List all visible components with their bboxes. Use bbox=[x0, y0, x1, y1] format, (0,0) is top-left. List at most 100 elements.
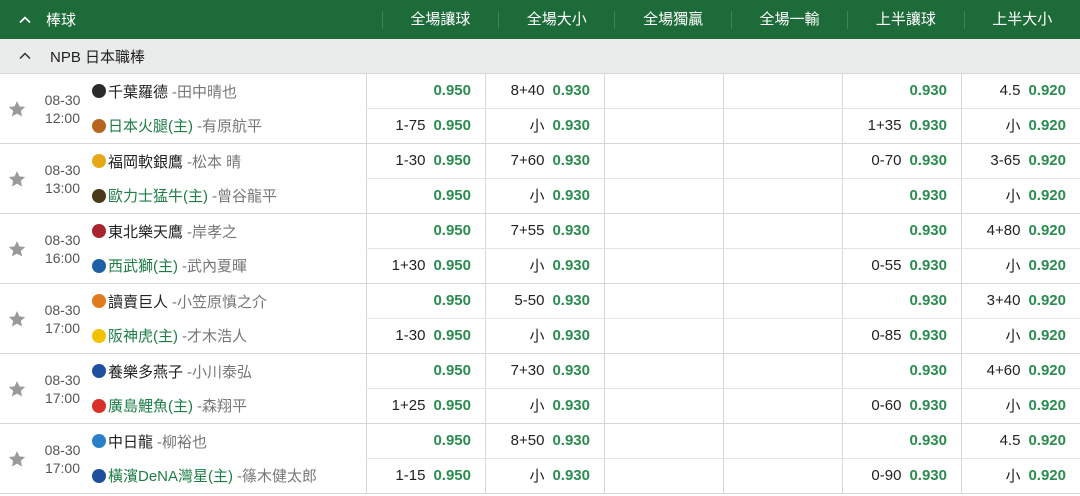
odds-cell[interactable]: 小 0.930 bbox=[485, 388, 604, 423]
home-team[interactable]: 廣島鯉魚(主) -森翔平 bbox=[92, 389, 366, 424]
favorite-button[interactable] bbox=[0, 284, 33, 353]
odds-cell[interactable]: 4.5 0.920 bbox=[961, 74, 1080, 108]
odds-cell[interactable]: 5-50 0.930 bbox=[485, 284, 604, 318]
favorite-button[interactable] bbox=[0, 354, 33, 423]
odds-cell[interactable] bbox=[604, 388, 723, 423]
odds-cell[interactable]: 1-75 0.950 bbox=[366, 108, 485, 143]
away-team[interactable]: 東北樂天鷹 -岸孝之 bbox=[92, 214, 366, 249]
odds-cell[interactable] bbox=[723, 458, 842, 493]
odds-cell[interactable] bbox=[604, 318, 723, 353]
odds-cell[interactable] bbox=[604, 354, 723, 388]
odds-cell[interactable]: 7+55 0.930 bbox=[485, 214, 604, 248]
odds-cell[interactable]: 8+40 0.930 bbox=[485, 74, 604, 108]
odds-cell[interactable] bbox=[604, 214, 723, 248]
odds-value: 0.950 bbox=[433, 432, 471, 450]
home-team[interactable]: 日本火腿(主) -有原航平 bbox=[92, 109, 366, 144]
odds-cell[interactable]: 0.930 bbox=[842, 74, 961, 108]
odds-cell[interactable] bbox=[604, 74, 723, 108]
league-header[interactable]: NPB 日本職棒 bbox=[0, 39, 1080, 74]
home-team[interactable]: 阪神虎(主) -才木浩人 bbox=[92, 319, 366, 354]
odds-cell[interactable]: 4+80 0.920 bbox=[961, 214, 1080, 248]
favorite-button[interactable] bbox=[0, 74, 33, 143]
odds-cell[interactable] bbox=[723, 214, 842, 248]
odds-cell[interactable]: 小 0.930 bbox=[485, 458, 604, 493]
team-logo-icon bbox=[92, 294, 106, 309]
odds-cell[interactable]: 小 0.920 bbox=[961, 318, 1080, 353]
odds-cell[interactable]: 小 0.930 bbox=[485, 318, 604, 353]
odds-cell[interactable]: 0.950 bbox=[366, 74, 485, 108]
odds-cell[interactable]: 3-65 0.920 bbox=[961, 144, 1080, 178]
odds-cell[interactable]: 小 0.930 bbox=[485, 108, 604, 143]
odds-cell[interactable]: 0.930 bbox=[842, 424, 961, 458]
odds-cell[interactable]: 0.950 bbox=[366, 354, 485, 388]
odds-cell[interactable]: 0-60 0.930 bbox=[842, 388, 961, 423]
odds-area: 0.950 8+50 0.930 0.930 4.5 0.920 1-15 0.… bbox=[366, 424, 1080, 493]
favorite-button[interactable] bbox=[0, 214, 33, 283]
odds-cell[interactable] bbox=[604, 178, 723, 213]
pitcher-name: -小川泰弘 bbox=[187, 363, 253, 381]
odds-cell[interactable] bbox=[723, 318, 842, 353]
odds-cell[interactable] bbox=[604, 458, 723, 493]
odds-cell[interactable]: 1+35 0.930 bbox=[842, 108, 961, 143]
favorite-button[interactable] bbox=[0, 144, 33, 213]
odds-row-home: 0.950 小 0.930 0.930 小 0.920 bbox=[366, 178, 1080, 213]
odds-cell[interactable]: 7+30 0.930 bbox=[485, 354, 604, 388]
odds-cell[interactable]: 0.950 bbox=[366, 178, 485, 213]
odds-cell[interactable] bbox=[723, 248, 842, 283]
odds-cell[interactable]: 小 0.920 bbox=[961, 388, 1080, 423]
odds-cell[interactable]: 0.930 bbox=[842, 284, 961, 318]
odds-cell[interactable]: 1-30 0.950 bbox=[366, 144, 485, 178]
away-team[interactable]: 福岡軟銀鷹 -松本 晴 bbox=[92, 144, 366, 179]
teams: 東北樂天鷹 -岸孝之 西武獅(主) -武內夏暉 bbox=[92, 214, 366, 283]
odds-cell[interactable]: 0.950 bbox=[366, 214, 485, 248]
odds-cell[interactable] bbox=[604, 108, 723, 143]
home-team[interactable]: 橫濱DeNA灣星(主) -篠木健太郎 bbox=[92, 459, 366, 494]
odds-cell[interactable] bbox=[723, 424, 842, 458]
home-team[interactable]: 西武獅(主) -武內夏暉 bbox=[92, 249, 366, 284]
favorite-button[interactable] bbox=[0, 424, 33, 493]
sport-toggle[interactable]: 棒球 bbox=[0, 9, 382, 30]
odds-cell[interactable] bbox=[723, 178, 842, 213]
odds-cell[interactable] bbox=[723, 354, 842, 388]
odds-cell[interactable]: 0.950 bbox=[366, 424, 485, 458]
odds-cell[interactable] bbox=[604, 284, 723, 318]
odds-cell[interactable]: 1-15 0.950 bbox=[366, 458, 485, 493]
odds-cell[interactable]: 0-90 0.930 bbox=[842, 458, 961, 493]
odds-cell[interactable]: 8+50 0.930 bbox=[485, 424, 604, 458]
away-team[interactable]: 養樂多燕子 -小川泰弘 bbox=[92, 354, 366, 389]
odds-cell[interactable] bbox=[723, 388, 842, 423]
away-team[interactable]: 讀賣巨人 -小笠原慎之介 bbox=[92, 284, 366, 319]
odds-cell[interactable] bbox=[604, 424, 723, 458]
odds-cell[interactable]: 4+60 0.920 bbox=[961, 354, 1080, 388]
odds-cell[interactable]: 0-85 0.930 bbox=[842, 318, 961, 353]
odds-cell[interactable]: 4.5 0.920 bbox=[961, 424, 1080, 458]
odds-cell[interactable]: 3+40 0.920 bbox=[961, 284, 1080, 318]
odds-cell[interactable]: 1+25 0.950 bbox=[366, 388, 485, 423]
odds-cell[interactable]: 0.930 bbox=[842, 178, 961, 213]
odds-cell[interactable] bbox=[723, 284, 842, 318]
odds-cell[interactable]: 小 0.930 bbox=[485, 248, 604, 283]
odds-cell[interactable]: 7+60 0.930 bbox=[485, 144, 604, 178]
away-team[interactable]: 千葉羅德 -田中晴也 bbox=[92, 74, 366, 109]
odds-cell[interactable]: 1-30 0.950 bbox=[366, 318, 485, 353]
odds-cell[interactable]: 小 0.930 bbox=[485, 178, 604, 213]
odds-cell[interactable]: 小 0.920 bbox=[961, 178, 1080, 213]
odds-cell[interactable] bbox=[604, 248, 723, 283]
odds-cell[interactable]: 0-70 0.930 bbox=[842, 144, 961, 178]
odds-cell[interactable]: 小 0.920 bbox=[961, 108, 1080, 143]
odds-cell[interactable] bbox=[723, 108, 842, 143]
odds-cell[interactable]: 1+30 0.950 bbox=[366, 248, 485, 283]
odds-cell[interactable] bbox=[604, 144, 723, 178]
odds-cell[interactable] bbox=[723, 144, 842, 178]
odds-cell[interactable]: 小 0.920 bbox=[961, 248, 1080, 283]
odds-cell[interactable]: 小 0.920 bbox=[961, 458, 1080, 493]
odds-line: 0-55 bbox=[871, 257, 902, 275]
away-team[interactable]: 中日龍 -柳裕也 bbox=[92, 424, 366, 459]
odds-cell[interactable]: 0.930 bbox=[842, 354, 961, 388]
odds-cell[interactable] bbox=[723, 74, 842, 108]
pitcher-name: -柳裕也 bbox=[157, 433, 208, 451]
home-team[interactable]: 歐力士猛牛(主) -曾谷龍平 bbox=[92, 179, 366, 214]
odds-cell[interactable]: 0-55 0.930 bbox=[842, 248, 961, 283]
odds-cell[interactable]: 0.950 bbox=[366, 284, 485, 318]
odds-cell[interactable]: 0.930 bbox=[842, 214, 961, 248]
